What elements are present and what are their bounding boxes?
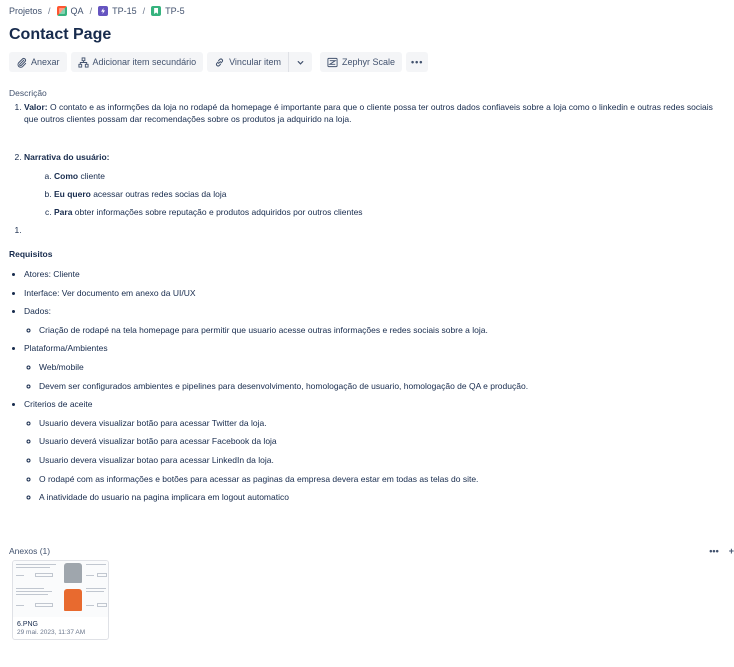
criterios-sublist: Usuario devera visualizar botão para ace… (24, 417, 729, 503)
list-item: Usuario devera visualizar botão para ace… (39, 417, 729, 429)
breadcrumb-epic[interactable]: TP-15 (98, 6, 137, 16)
empty-list-item (24, 224, 729, 236)
list-item: A inatividade do usuario na pagina impli… (39, 491, 729, 503)
more-actions-button[interactable]: ••• (405, 52, 429, 72)
plataforma-label: Plataforma/Ambientes (24, 343, 108, 354)
narrativa-label: Narrativa do usuário: (24, 152, 110, 162)
list-item: Devem ser configurados ambientes e pipel… (39, 380, 729, 392)
attachments-add-button[interactable]: + (729, 546, 734, 556)
como-label: Como (54, 171, 79, 181)
dados-label: Dados: (24, 306, 51, 317)
plataforma-sublist: Web/mobile Devem ser configurados ambien… (24, 361, 729, 392)
valor-text: O contato e as informções da loja no rod… (24, 102, 713, 124)
list-item: Interface: Ver documento em anexo da UI/… (24, 287, 729, 299)
list-item: Usuario devera visualizar botao para ace… (39, 454, 729, 466)
chevron-down-icon (297, 60, 304, 65)
zephyr-scale-label: Zephyr Scale (341, 57, 395, 67)
zephyr-scale-button[interactable]: Zephyr Scale (319, 52, 402, 72)
description-list: Valor: O contato e as informções da loja… (9, 101, 729, 218)
breadcrumb-project-label: QA (70, 6, 84, 16)
issue-title[interactable]: Contact Page (9, 26, 111, 44)
breadcrumb-separator: / (89, 6, 93, 16)
breadcrumb-projects[interactable]: Projetos (9, 6, 42, 16)
list-item: Dados: Criação de rodapé na tela homepag… (24, 305, 729, 336)
como-text: cliente (78, 171, 106, 181)
requisitos-list: Atores: Cliente Interface: Ver documento… (9, 268, 729, 503)
empty-list (9, 224, 729, 236)
breadcrumb: Projetos / QA / TP-15 / TP-5 (9, 6, 185, 16)
link-item-label: Vincular item (229, 57, 281, 67)
add-child-item-button[interactable]: Adicionar item secundário (70, 52, 204, 72)
add-child-item-label: Adicionar item secundário (92, 57, 197, 67)
criterios-label: Criterios de aceite (24, 399, 93, 410)
attachments-actions: ••• + (709, 546, 734, 556)
quero-label: Eu quero (54, 189, 91, 199)
list-item: Narrativa do usuário: Como cliente Eu qu… (24, 151, 729, 218)
attachment-file-date: 29 mai. 2023, 11:37 AM (17, 629, 86, 636)
list-item: Plataforma/Ambientes Web/mobile Devem se… (24, 342, 729, 391)
attach-button-label: Anexar (31, 57, 60, 67)
description-label: Descrição (9, 88, 47, 98)
list-item: Valor: O contato e as informções da loja… (24, 101, 729, 125)
quero-text: acessar outras redes socias da loja (90, 189, 227, 199)
link-item-button[interactable]: Vincular item (207, 52, 289, 72)
dados-sublist: Criação de rodapé na tela homepage para … (24, 324, 729, 336)
attachments-heading: Anexos (1) (9, 546, 51, 556)
hierarchy-icon (77, 56, 89, 68)
breadcrumb-issue-label: TP-5 (165, 6, 185, 16)
issue-toolbar: Anexar Adicionar item secundário Vincula… (9, 52, 429, 72)
attachment-file-name: 6.PNG (17, 621, 39, 628)
link-item-dropdown[interactable] (288, 52, 312, 72)
breadcrumb-epic-label: TP-15 (112, 6, 137, 16)
attach-button[interactable]: Anexar (9, 52, 67, 72)
zephyr-icon (327, 57, 338, 67)
attachments-more-button[interactable]: ••• (709, 546, 718, 556)
paperclip-icon (17, 57, 27, 68)
list-item: Criação de rodapé na tela homepage para … (39, 324, 729, 336)
requisitos-heading: Requisitos (9, 249, 53, 259)
breadcrumb-issue[interactable]: TP-5 (151, 6, 185, 16)
breadcrumb-separator: / (48, 6, 51, 16)
project-icon (56, 6, 67, 16)
para-text: obter informações sobre reputação e prod… (72, 207, 363, 217)
attachment-thumbnail (13, 561, 108, 617)
breadcrumb-project-qa[interactable]: QA (56, 6, 84, 16)
list-item: Eu quero acessar outras redes socias da … (54, 188, 729, 200)
list-item: Como cliente (54, 170, 729, 182)
issue-content: Descrição Valor: O contato e as informçõ… (9, 87, 729, 510)
attachment-card[interactable]: 6.PNG 29 mai. 2023, 11:37 AM (12, 560, 109, 640)
list-item: Para obter informações sobre reputação e… (54, 206, 729, 218)
narrativa-list: Como cliente Eu quero acessar outras red… (24, 170, 729, 218)
list-item: Web/mobile (39, 361, 729, 373)
list-item: Usuario deverá visualizar botão para ace… (39, 435, 729, 447)
link-icon (216, 58, 224, 66)
breadcrumb-separator: / (142, 6, 146, 16)
story-icon (151, 6, 162, 16)
para-label: Para (54, 207, 73, 217)
list-item: Atores: Cliente (24, 268, 729, 280)
list-item: Criterios de aceite Usuario devera visua… (24, 398, 729, 503)
list-item: O rodapé com as informações e botões par… (39, 473, 729, 485)
valor-label: Valor: (24, 102, 48, 112)
epic-icon (98, 6, 109, 16)
